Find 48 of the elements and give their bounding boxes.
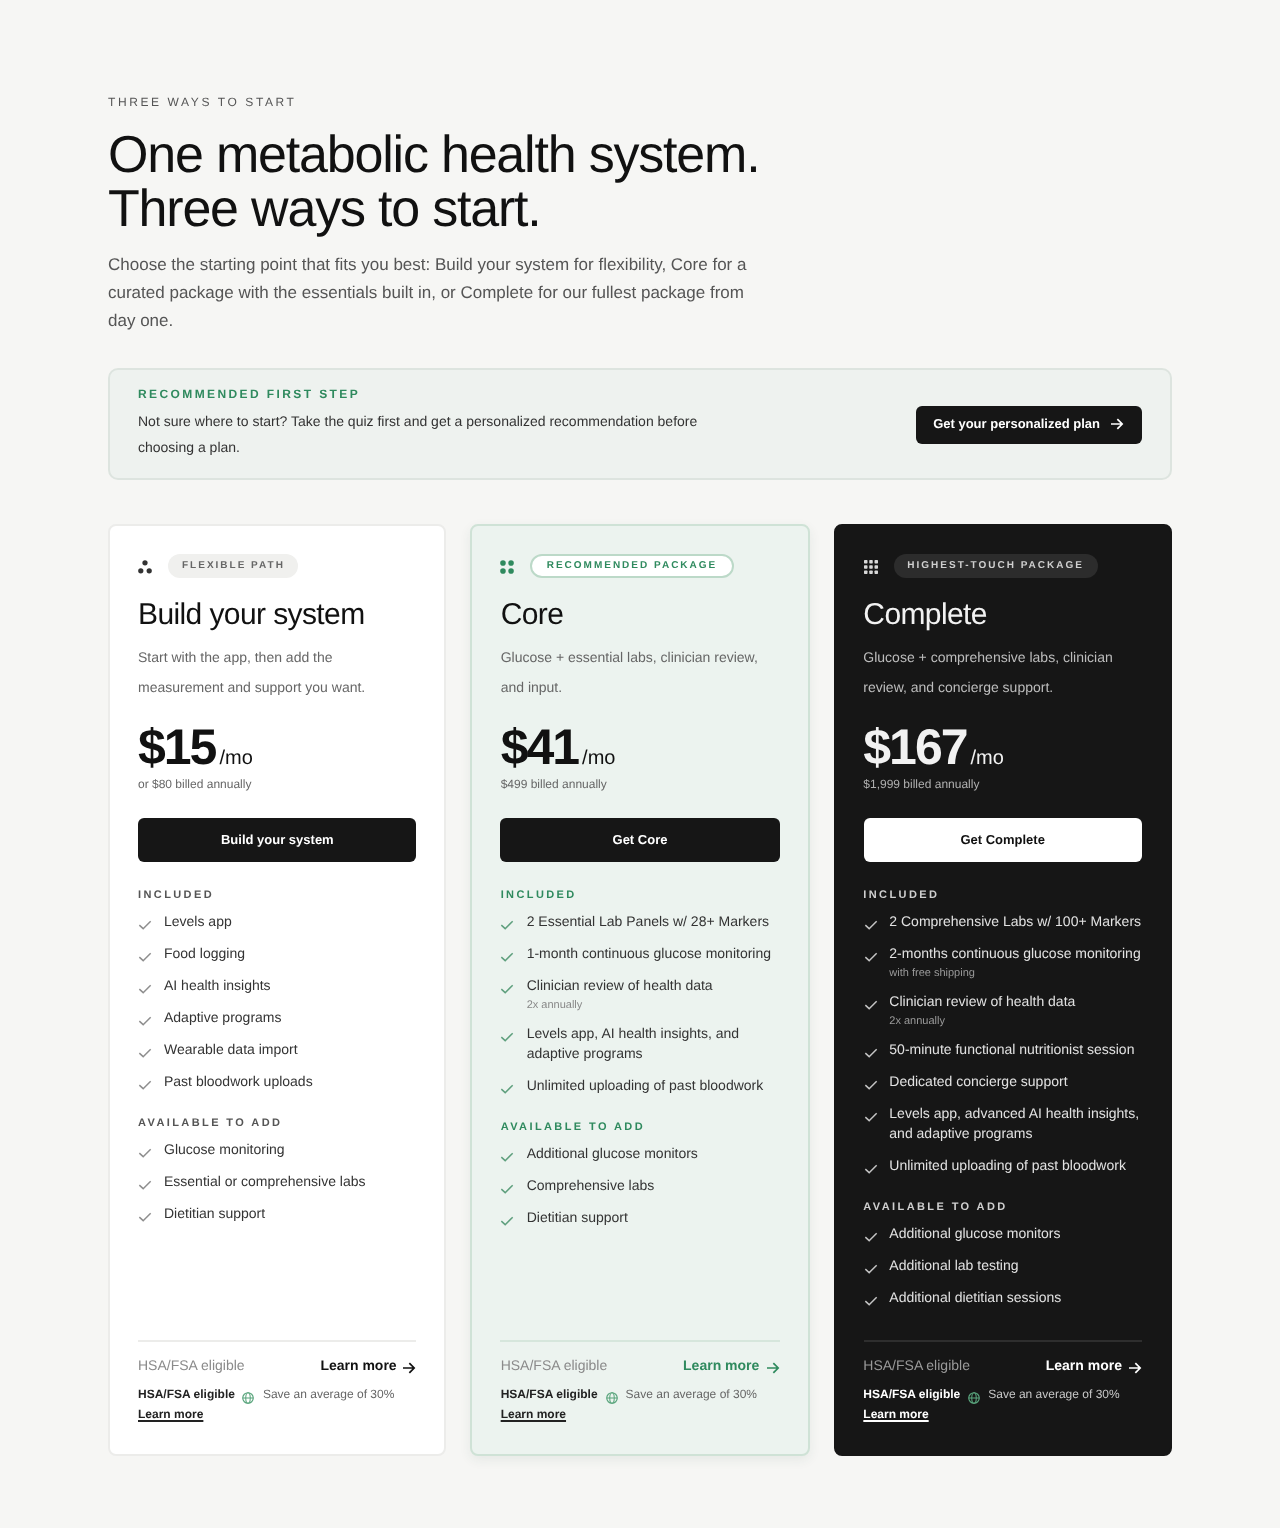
three-dots-icon: [138, 559, 152, 573]
arrow-icon: [1127, 1362, 1142, 1374]
arrow-icon: [1110, 418, 1124, 430]
check-icon: [138, 1179, 152, 1189]
plan-name: Complete: [863, 598, 987, 634]
check-icon: [500, 919, 515, 929]
check-icon: [138, 983, 152, 993]
plan-name: Build your system: [138, 598, 365, 634]
intro-paragraph: Choose the starting point that fits you best: Build your system for flexibility, Core for a curated package with the essentials built in, or Complete for our fullest package from day one.: [108, 252, 749, 334]
check-icon: [863, 1079, 878, 1089]
globe-icon: [242, 1391, 255, 1403]
globe-icon: [968, 1391, 981, 1403]
check-icon: [500, 1151, 515, 1161]
check-icon: [863, 1231, 878, 1241]
check-icon: [500, 1215, 515, 1225]
globe-icon: [605, 1391, 618, 1403]
four-dots-icon: [500, 559, 515, 573]
nine-dots-icon: [863, 559, 878, 573]
check-icon: [863, 1163, 878, 1173]
plan-price: $15: [138, 720, 216, 776]
check-icon: [500, 1083, 515, 1093]
check-icon: [138, 1047, 152, 1057]
check-icon: [138, 919, 152, 929]
check-icon: [500, 983, 515, 993]
headline: One metabolic health system. Three ways to start.: [108, 128, 760, 236]
price-period: /mo: [219, 748, 253, 772]
check-icon: [500, 1183, 515, 1193]
check-icon: [863, 1263, 878, 1273]
check-icon: [863, 1295, 878, 1305]
check-icon: [500, 951, 515, 961]
check-icon: [863, 1047, 878, 1057]
check-icon: [138, 951, 152, 961]
check-icon: [863, 951, 878, 961]
plan-price: $41: [500, 720, 579, 776]
check-icon: [138, 1015, 152, 1025]
price-period: /mo: [970, 748, 1004, 772]
check-icon: [138, 1147, 152, 1157]
check-icon: [863, 919, 878, 929]
arrow-icon: [765, 1362, 780, 1374]
check-icon: [863, 999, 878, 1009]
arrow-icon: [402, 1362, 417, 1374]
check-icon: [138, 1079, 152, 1089]
plan-price: $167: [863, 720, 967, 776]
plan-name: Core: [500, 598, 564, 634]
check-icon: [138, 1211, 152, 1221]
check-icon: [500, 1031, 515, 1041]
check-icon: [863, 1111, 878, 1121]
price-period: /mo: [582, 748, 616, 772]
